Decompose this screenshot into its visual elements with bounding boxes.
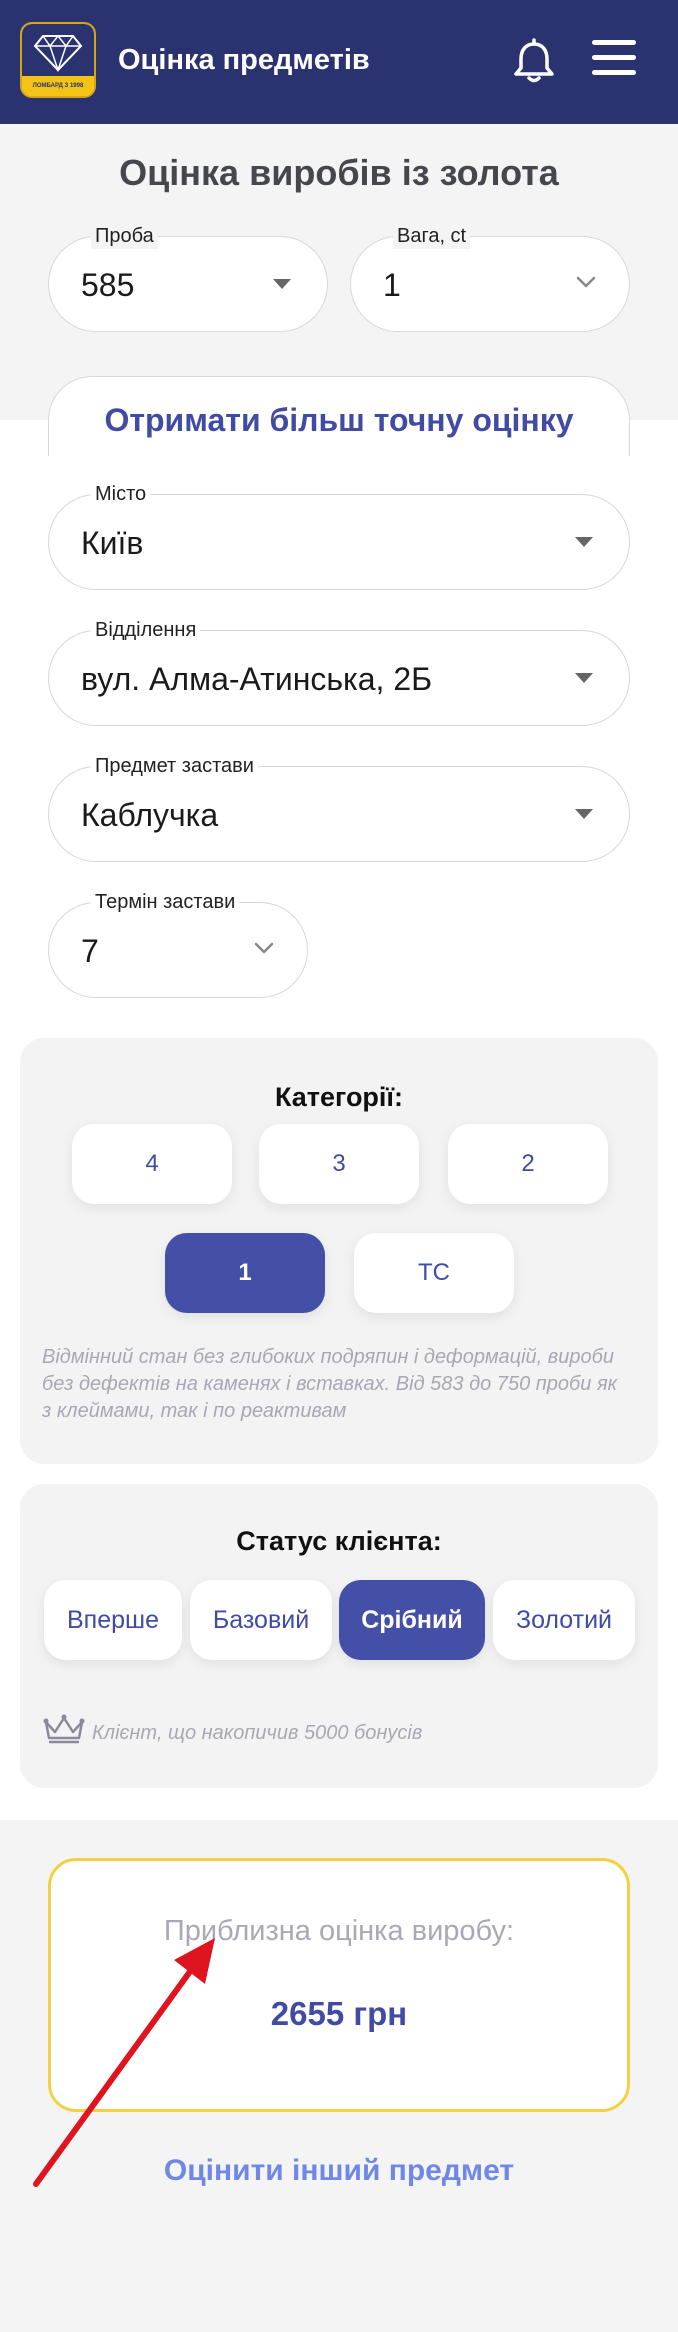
category-chip-selected[interactable]: 1	[165, 1233, 325, 1313]
category-chip[interactable]: 3	[259, 1124, 419, 1204]
proba-select[interactable]: Проба 585	[48, 223, 328, 332]
hamburger-menu-icon[interactable]	[592, 40, 636, 80]
estimate-value: 2655 грн	[270, 1995, 408, 2032]
logo-text: ЛОМБАРД З 1998	[32, 83, 84, 89]
app-title: Оцінка предметів	[118, 44, 370, 76]
precise-estimate-tab-label[interactable]: Отримати більш точну оцінку	[0, 402, 678, 439]
diamond-icon	[33, 34, 83, 72]
status-chip-selected[interactable]: Срібний	[339, 1580, 485, 1660]
weight-label: Вага, ct	[393, 223, 471, 249]
page-title: Оцінка виробів із золота	[119, 152, 559, 193]
categories-title: Категорії:	[274, 1082, 404, 1112]
item-label: Предмет застави	[91, 753, 258, 779]
weight-select[interactable]: Вага, ct 1	[350, 223, 630, 332]
branch-label: Відділення	[91, 617, 201, 643]
estimate-box: Приблизна оцінка виробу: 2655 грн	[48, 1858, 630, 2112]
term-label: Термін застави	[91, 889, 240, 915]
term-value: 7	[81, 933, 99, 969]
category-chip[interactable]: 4	[72, 1124, 232, 1204]
caret-down-icon	[273, 279, 291, 289]
caret-down-icon	[575, 809, 593, 819]
proba-label: Проба	[91, 223, 158, 249]
client-status-note: Клієнт, що накопичив 5000 бонусів	[92, 1722, 423, 1744]
chevron-down-icon	[576, 276, 596, 288]
status-chip[interactable]: Золотий	[493, 1580, 635, 1660]
status-chip[interactable]: Базовий	[190, 1580, 332, 1660]
city-select[interactable]: Місто Київ	[48, 481, 630, 590]
client-status-title: Статус клієнта:	[236, 1526, 442, 1556]
branch-select[interactable]: Відділення вул. Алма-Атинська, 2Б	[48, 617, 630, 726]
term-select[interactable]: Термін застави 7	[48, 889, 308, 998]
item-value: Каблучка	[81, 797, 219, 833]
chevron-down-icon	[254, 942, 274, 954]
estimate-another-item-link[interactable]: Оцінити інший предмет	[0, 2154, 678, 2188]
crown-icon	[43, 1714, 85, 1744]
item-select[interactable]: Предмет застави Каблучка	[48, 753, 630, 862]
category-chip[interactable]: 2	[448, 1124, 608, 1204]
status-chip[interactable]: Вперше	[44, 1580, 182, 1660]
client-status-card: Статус клієнта: Вперше Базовий Срібний З…	[20, 1484, 658, 1788]
estimate-label: Приблизна оцінка виробу:	[163, 1915, 515, 1947]
branch-value: вул. Алма-Атинська, 2Б	[81, 661, 433, 697]
diamond-logo[interactable]: ЛОМБАРД З 1998	[20, 22, 96, 98]
proba-value: 585	[81, 267, 135, 303]
city-label: Місто	[91, 481, 151, 507]
bell-icon[interactable]	[510, 38, 558, 86]
caret-down-icon	[575, 673, 593, 683]
category-chip[interactable]: ТС	[354, 1233, 514, 1313]
city-value: Київ	[81, 525, 144, 561]
caret-down-icon	[575, 537, 593, 547]
app-header: ЛОМБАРД З 1998 Оцінка предметів	[0, 0, 678, 124]
category-description: Відмінний стан без глибоких подряпин і д…	[42, 1346, 618, 1422]
categories-card: Категорії: 4 3 2 1 ТС Відмінний стан без…	[20, 1038, 658, 1464]
weight-value: 1	[383, 267, 401, 303]
